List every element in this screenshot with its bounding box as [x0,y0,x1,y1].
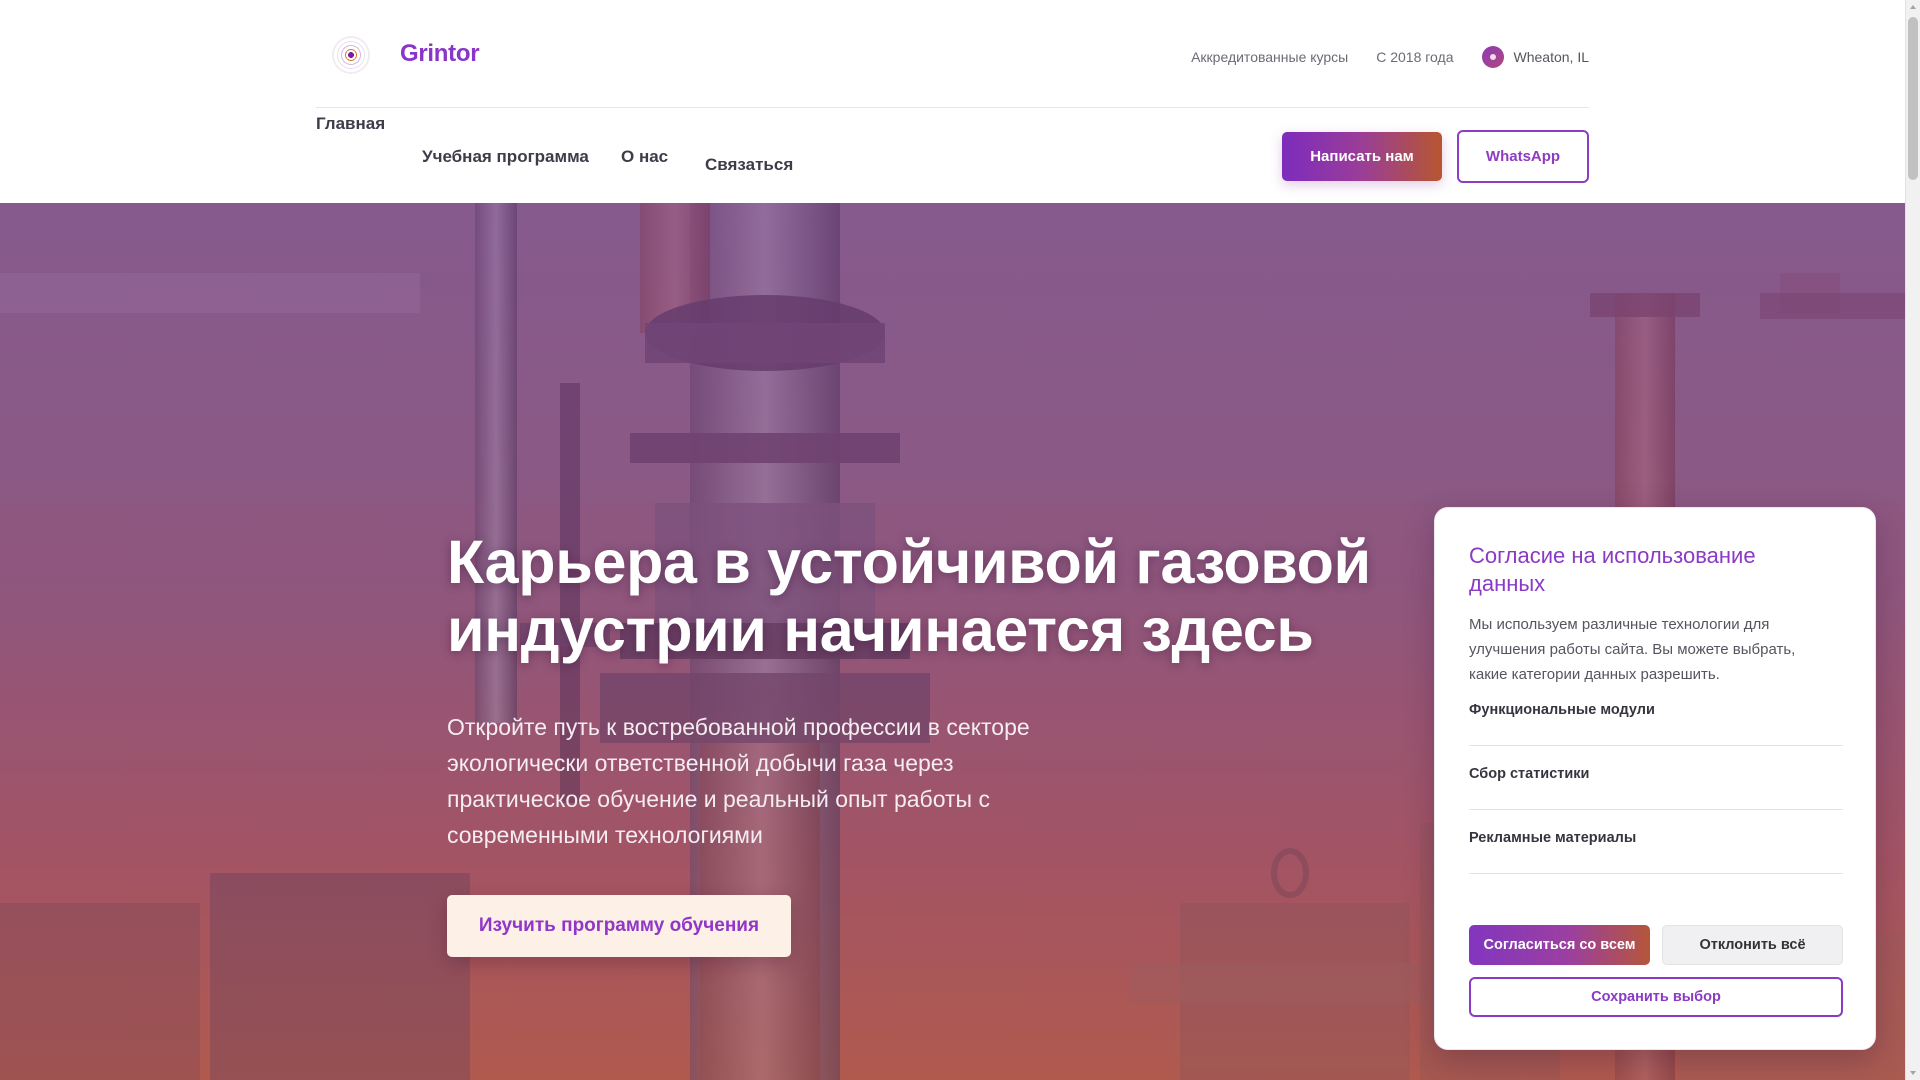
location: Wheaton, IL [1481,46,1590,68]
consent-category-label: Сбор статистики [1469,766,1590,782]
scroll-down-arrow-icon[interactable] [1906,1065,1920,1080]
write-us-button[interactable]: Написать нам [1282,132,1442,181]
save-choice-button[interactable]: Сохранить выбор [1469,977,1843,1017]
consent-panel: Согласие на использование данных Мы испо… [1434,507,1876,1050]
site-header: Grintor Аккредитованные курсы С 2018 год… [0,0,1905,203]
hero-subtitle: Откройте путь к востребованной профессии… [447,714,1030,848]
consent-description: Мы используем различные технологии для у… [1469,616,1796,683]
consent-category-functional[interactable]: Функциональные модули [1469,682,1843,746]
nav-contact[interactable]: Связаться [705,155,793,175]
consent-category-advertising[interactable]: Рекламные материалы [1469,810,1843,874]
main-nav: Главная Учебная программа О нас Связатьс… [316,108,1589,203]
top-bar: Grintor Аккредитованные курсы С 2018 год… [316,0,1589,108]
nav-about[interactable]: О нас [621,147,668,167]
location-label: Wheaton, IL [1513,49,1590,65]
scroll-thumb[interactable] [1908,17,1918,180]
whatsapp-button[interactable]: WhatsApp [1457,130,1589,183]
brand-name[interactable]: Grintor [400,40,480,68]
location-pin-icon [1481,46,1504,68]
consent-category-label: Функциональные модули [1469,702,1655,718]
hero-title: Карьера в устойчивой газовой индустрии н… [447,528,1371,664]
consent-title: Согласие на использование данных [1469,543,1756,596]
explore-program-button[interactable]: Изучить программу обучения [447,895,791,957]
since-year-label: С 2018 года [1376,49,1454,65]
page-scrollbar[interactable] [1905,0,1920,1080]
logo-icon[interactable] [332,36,370,74]
scroll-up-arrow-icon[interactable] [1906,0,1920,15]
consent-category-statistics[interactable]: Сбор статистики [1469,746,1843,810]
accredited-courses-label: Аккредитованные курсы [1191,49,1349,65]
accept-all-button[interactable]: Согласиться со всем [1469,925,1650,965]
decline-all-button[interactable]: Отклонить всё [1662,925,1843,965]
nav-curriculum[interactable]: Учебная программа [422,147,589,167]
nav-home[interactable]: Главная [316,114,385,134]
header-meta: Аккредитованные курсы С 2018 года Wheato… [1163,46,1589,68]
consent-category-label: Рекламные материалы [1469,830,1637,846]
